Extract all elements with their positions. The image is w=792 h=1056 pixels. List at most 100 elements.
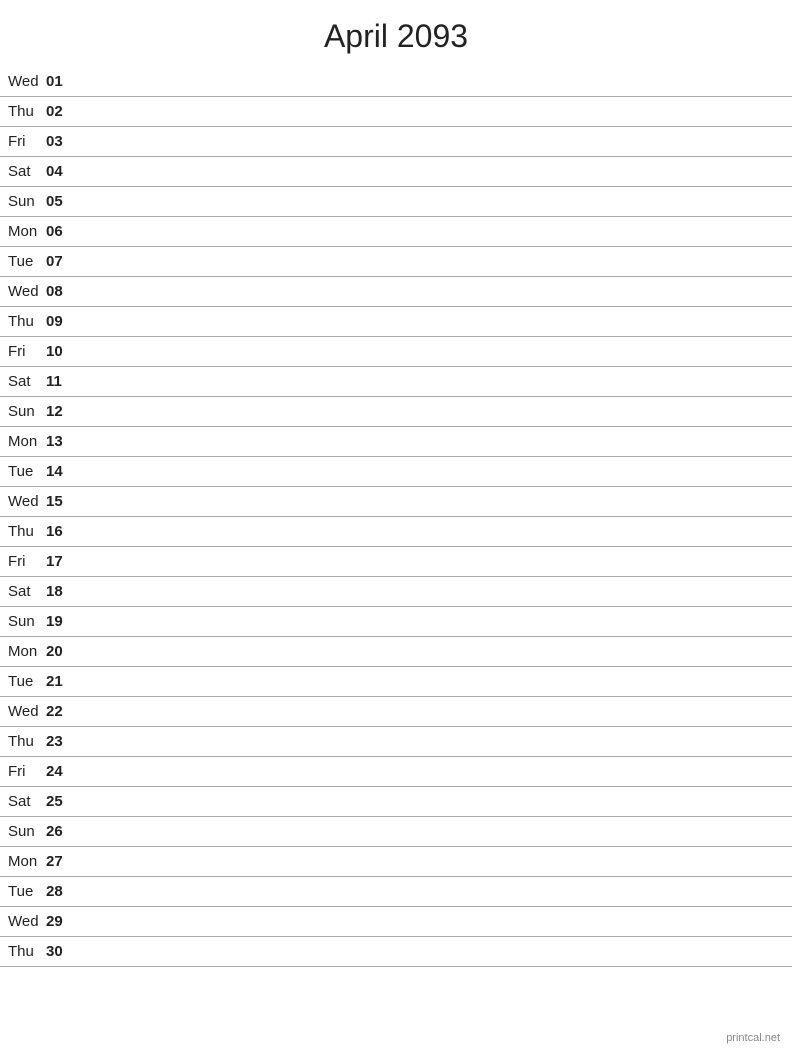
table-row: Fri24 — [0, 757, 792, 787]
day-abbr: Tue — [0, 457, 44, 487]
day-content-area[interactable] — [72, 457, 792, 487]
table-row: Sun12 — [0, 397, 792, 427]
day-content-area[interactable] — [72, 67, 792, 97]
day-content-area[interactable] — [72, 427, 792, 457]
day-content-area[interactable] — [72, 97, 792, 127]
footer-credit: printcal.net — [726, 1032, 780, 1044]
day-content-area[interactable] — [72, 547, 792, 577]
day-number: 07 — [44, 247, 72, 277]
table-row: Sat11 — [0, 367, 792, 397]
day-content-area[interactable] — [72, 487, 792, 517]
table-row: Tue07 — [0, 247, 792, 277]
day-abbr: Sat — [0, 577, 44, 607]
day-number: 16 — [44, 517, 72, 547]
table-row: Fri17 — [0, 547, 792, 577]
day-number: 20 — [44, 637, 72, 667]
table-row: Wed08 — [0, 277, 792, 307]
day-abbr: Wed — [0, 487, 44, 517]
day-number: 29 — [44, 907, 72, 937]
day-content-area[interactable] — [72, 367, 792, 397]
day-number: 12 — [44, 397, 72, 427]
day-abbr: Sun — [0, 817, 44, 847]
day-content-area[interactable] — [72, 187, 792, 217]
day-content-area[interactable] — [72, 697, 792, 727]
day-content-area[interactable] — [72, 277, 792, 307]
day-number: 25 — [44, 787, 72, 817]
day-content-area[interactable] — [72, 337, 792, 367]
day-number: 10 — [44, 337, 72, 367]
day-number: 23 — [44, 727, 72, 757]
table-row: Mon20 — [0, 637, 792, 667]
day-abbr: Sat — [0, 157, 44, 187]
table-row: Wed01 — [0, 67, 792, 97]
day-abbr: Sat — [0, 367, 44, 397]
day-abbr: Sun — [0, 187, 44, 217]
day-number: 17 — [44, 547, 72, 577]
day-number: 30 — [44, 937, 72, 967]
day-abbr: Fri — [0, 127, 44, 157]
day-content-area[interactable] — [72, 517, 792, 547]
day-content-area[interactable] — [72, 307, 792, 337]
day-content-area[interactable] — [72, 637, 792, 667]
day-number: 06 — [44, 217, 72, 247]
table-row: Thu23 — [0, 727, 792, 757]
day-content-area[interactable] — [72, 247, 792, 277]
table-row: Sun26 — [0, 817, 792, 847]
table-row: Sun05 — [0, 187, 792, 217]
table-row: Sat25 — [0, 787, 792, 817]
day-abbr: Thu — [0, 937, 44, 967]
day-content-area[interactable] — [72, 907, 792, 937]
day-abbr: Mon — [0, 847, 44, 877]
table-row: Wed22 — [0, 697, 792, 727]
day-number: 27 — [44, 847, 72, 877]
table-row: Wed15 — [0, 487, 792, 517]
day-abbr: Wed — [0, 907, 44, 937]
day-content-area[interactable] — [72, 727, 792, 757]
day-number: 13 — [44, 427, 72, 457]
table-row: Mon13 — [0, 427, 792, 457]
day-abbr: Tue — [0, 877, 44, 907]
table-row: Thu09 — [0, 307, 792, 337]
table-row: Fri03 — [0, 127, 792, 157]
day-abbr: Sun — [0, 607, 44, 637]
table-row: Thu16 — [0, 517, 792, 547]
day-content-area[interactable] — [72, 937, 792, 967]
day-content-area[interactable] — [72, 157, 792, 187]
day-number: 21 — [44, 667, 72, 697]
day-content-area[interactable] — [72, 817, 792, 847]
day-number: 14 — [44, 457, 72, 487]
day-number: 01 — [44, 67, 72, 97]
day-content-area[interactable] — [72, 847, 792, 877]
table-row: Wed29 — [0, 907, 792, 937]
day-number: 08 — [44, 277, 72, 307]
table-row: Thu30 — [0, 937, 792, 967]
day-number: 19 — [44, 607, 72, 637]
day-abbr: Fri — [0, 547, 44, 577]
day-abbr: Sat — [0, 787, 44, 817]
day-number: 09 — [44, 307, 72, 337]
table-row: Sun19 — [0, 607, 792, 637]
day-number: 24 — [44, 757, 72, 787]
day-content-area[interactable] — [72, 577, 792, 607]
table-row: Tue14 — [0, 457, 792, 487]
day-content-area[interactable] — [72, 787, 792, 817]
day-content-area[interactable] — [72, 127, 792, 157]
day-abbr: Tue — [0, 667, 44, 697]
day-content-area[interactable] — [72, 217, 792, 247]
day-abbr: Thu — [0, 97, 44, 127]
table-row: Tue21 — [0, 667, 792, 697]
day-content-area[interactable] — [72, 667, 792, 697]
day-abbr: Mon — [0, 637, 44, 667]
table-row: Thu02 — [0, 97, 792, 127]
day-abbr: Sun — [0, 397, 44, 427]
day-number: 04 — [44, 157, 72, 187]
day-content-area[interactable] — [72, 877, 792, 907]
day-content-area[interactable] — [72, 757, 792, 787]
table-row: Mon27 — [0, 847, 792, 877]
calendar-table: Wed01Thu02Fri03Sat04Sun05Mon06Tue07Wed08… — [0, 67, 792, 967]
day-number: 15 — [44, 487, 72, 517]
day-number: 22 — [44, 697, 72, 727]
day-content-area[interactable] — [72, 607, 792, 637]
page-title: April 2093 — [0, 0, 792, 65]
day-content-area[interactable] — [72, 397, 792, 427]
